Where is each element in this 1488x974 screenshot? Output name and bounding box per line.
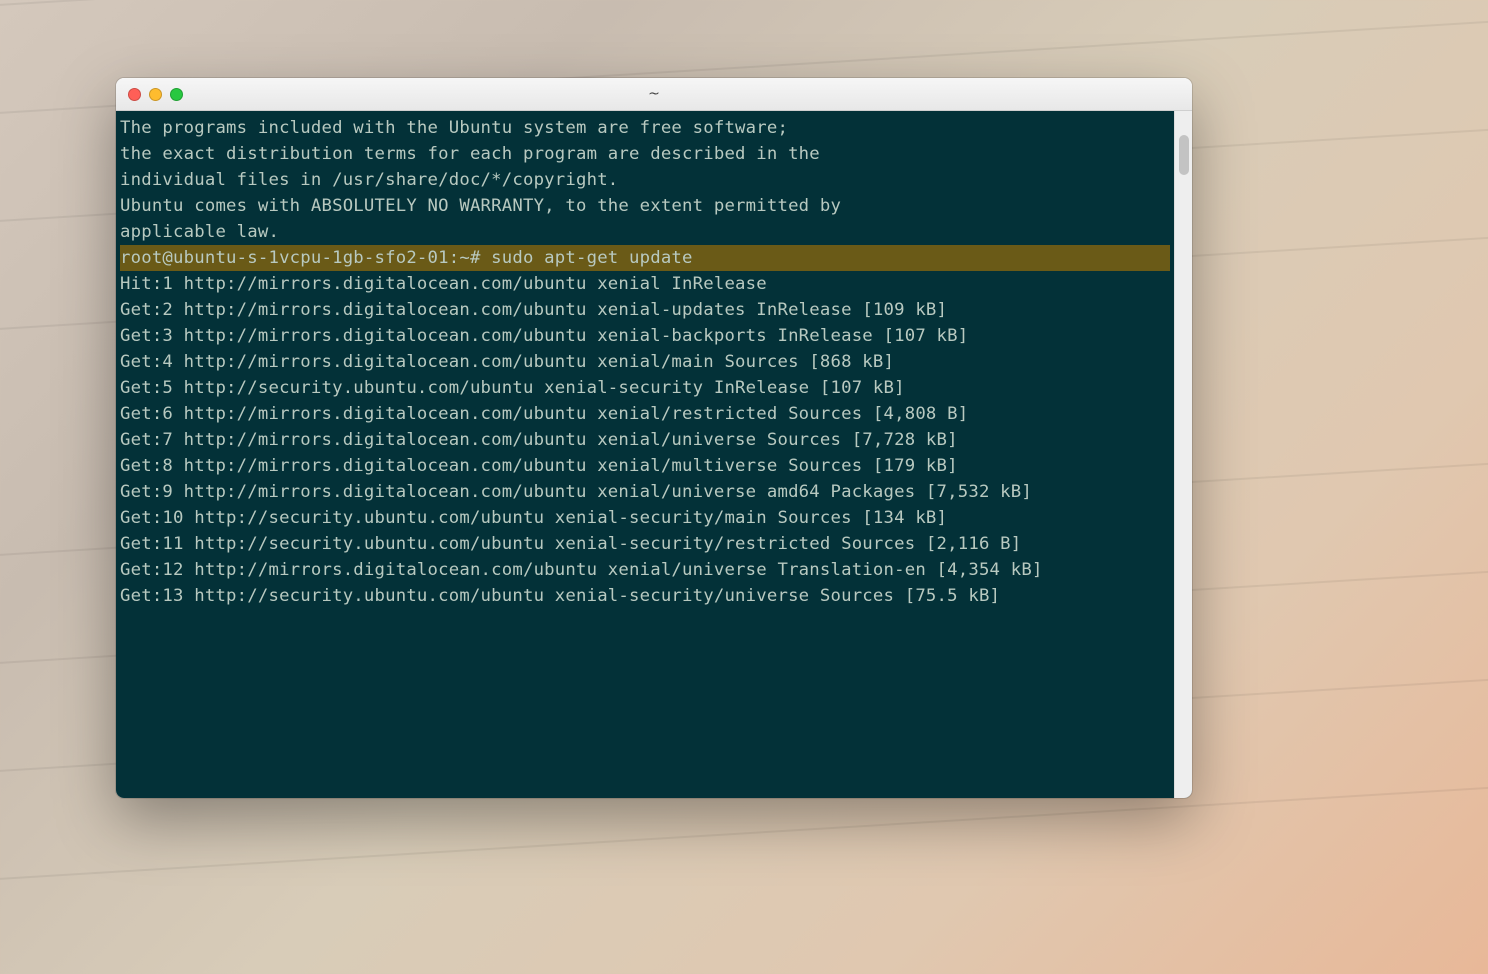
apt-line: Get:8 http://mirrors.digitalocean.com/ub… [120, 453, 1170, 479]
prompt: root@ubuntu-s-1vcpu-1gb-sfo2-01:~# [120, 248, 491, 268]
motd-line: individual files in /usr/share/doc/*/cop… [120, 167, 1170, 193]
terminal-window: ~ The programs included with the Ubuntu … [116, 78, 1192, 798]
apt-line: Get:7 http://mirrors.digitalocean.com/ub… [120, 427, 1170, 453]
apt-line: Get:6 http://mirrors.digitalocean.com/ub… [120, 401, 1170, 427]
apt-line: Get:3 http://mirrors.digitalocean.com/ub… [120, 323, 1170, 349]
apt-line: Hit:1 http://mirrors.digitalocean.com/ub… [120, 271, 1170, 297]
command: sudo apt-get update [491, 248, 692, 268]
apt-line: Get:11 http://security.ubuntu.com/ubuntu… [120, 531, 1170, 557]
titlebar[interactable]: ~ [116, 78, 1192, 111]
terminal-output[interactable]: The programs included with the Ubuntu sy… [116, 111, 1174, 798]
close-icon[interactable] [128, 88, 141, 101]
scrollbar-thumb[interactable] [1179, 135, 1189, 175]
motd-line: Ubuntu comes with ABSOLUTELY NO WARRANTY… [120, 193, 1170, 219]
apt-line: Get:12 http://mirrors.digitalocean.com/u… [120, 557, 1170, 583]
zoom-icon[interactable] [170, 88, 183, 101]
traffic-lights [128, 88, 183, 101]
minimize-icon[interactable] [149, 88, 162, 101]
apt-line: Get:5 http://security.ubuntu.com/ubuntu … [120, 375, 1170, 401]
apt-line: Get:4 http://mirrors.digitalocean.com/ub… [120, 349, 1170, 375]
apt-line: Get:2 http://mirrors.digitalocean.com/ub… [120, 297, 1170, 323]
command-line: root@ubuntu-s-1vcpu-1gb-sfo2-01:~# sudo … [120, 245, 1170, 271]
window-title: ~ [116, 86, 1192, 102]
scrollbar[interactable] [1174, 111, 1192, 798]
motd-line: applicable law. [120, 219, 1170, 245]
apt-line: Get:13 http://security.ubuntu.com/ubuntu… [120, 583, 1170, 609]
motd-line: The programs included with the Ubuntu sy… [120, 115, 1170, 141]
motd-line: the exact distribution terms for each pr… [120, 141, 1170, 167]
apt-line: Get:9 http://mirrors.digitalocean.com/ub… [120, 479, 1170, 505]
terminal-body: The programs included with the Ubuntu sy… [116, 111, 1192, 798]
apt-line: Get:10 http://security.ubuntu.com/ubuntu… [120, 505, 1170, 531]
